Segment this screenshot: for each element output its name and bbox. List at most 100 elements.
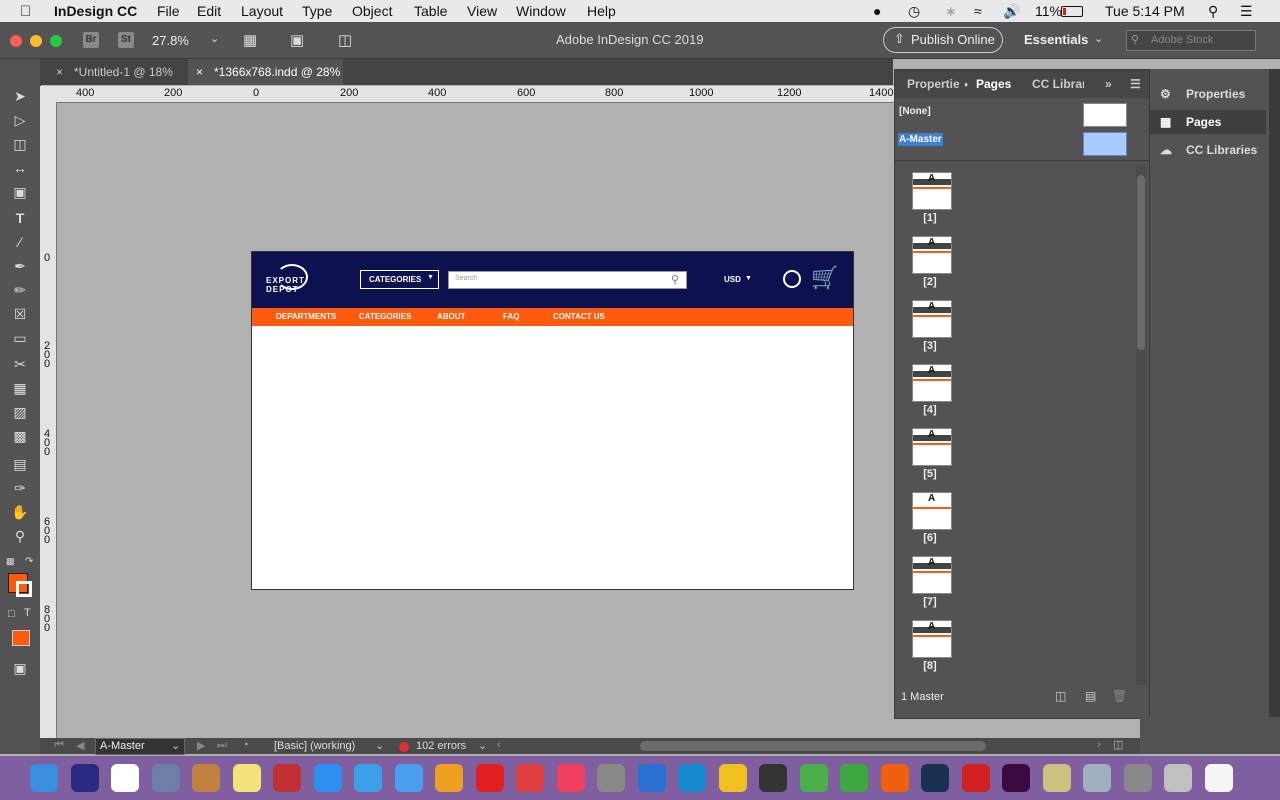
default-fill-stroke-icon[interactable]: ▩ [6,556,15,567]
previous-page-icon[interactable]: ◀ [76,739,84,752]
dock-app-icon[interactable] [516,764,544,792]
page-thumbnail[interactable]: A [912,492,952,530]
creative-cloud-icon[interactable]: ● [873,3,881,19]
nav-departments[interactable]: DEPARTMENTS [276,312,336,321]
page-thumbnail[interactable]: A [912,236,952,274]
dock-app-icon[interactable] [718,764,747,792]
scroll-right-icon[interactable]: › [1097,739,1101,751]
menu-file[interactable]: File [157,3,180,19]
dock-app-icon[interactable] [840,764,868,792]
website-header[interactable]: EXPORT DEPOT CATEGORIES ▼ Search ⚲ USD ▼… [252,252,853,308]
rectangle-tool-icon[interactable]: ▭ [10,328,30,348]
preflight-errors[interactable]: 102 errors [416,740,466,752]
dock-app-icon[interactable] [435,764,463,792]
type-tool-icon[interactable]: T [10,208,30,228]
nav-contact-us[interactable]: CONTACT US [553,312,605,321]
next-page-icon[interactable]: ▶ [197,739,205,752]
page-tool-icon[interactable]: ◫ [10,134,30,154]
page-thumbnail[interactable]: A [912,620,952,658]
scroll-left-icon[interactable]: ‹ [497,739,501,751]
nav-categories[interactable]: CATEGORIES [359,312,411,321]
vertical-ruler[interactable]: 0 200 400 600 800 [40,102,57,738]
menu-edit[interactable]: Edit [197,3,221,19]
document-tab-1366x768[interactable]: × *1366x768.indd @ 28% [188,59,343,85]
zoom-dropdown-chevron-icon[interactable]: ⌄ [210,32,219,45]
menu-table[interactable]: Table [414,3,447,19]
publish-online-button[interactable]: ⇧ Publish Online [883,27,1003,53]
page-thumbnail[interactable]: A [912,300,952,338]
dock-app-icon[interactable] [1164,764,1192,792]
dock-app-icon[interactable] [70,764,99,792]
pages-scrollbar-thumb[interactable] [1137,175,1145,350]
volume-icon[interactable]: 🔊 [1003,3,1020,20]
nav-faq[interactable]: FAQ [503,312,519,321]
gradient-feather-tool-icon[interactable]: ▩ [10,426,30,446]
workspace-switcher[interactable]: Essentials [1024,32,1088,47]
eyedropper-tool-icon[interactable]: ✑ [10,478,30,498]
close-window-button[interactable] [10,35,22,47]
dock-app-icon[interactable] [151,764,180,792]
scissors-tool-icon[interactable]: ✂ [10,354,30,374]
dock-app-icon[interactable] [921,764,949,792]
selection-tool-icon[interactable]: ➤ [10,86,30,106]
content-collector-icon[interactable]: ▣ [10,182,30,202]
dock-app-icon[interactable] [1002,764,1030,792]
preflight-menu-chevron-icon[interactable]: ⌄ [478,739,487,752]
horizontal-scrollbar-thumb[interactable] [640,741,986,751]
battery-icon[interactable] [1061,6,1083,17]
menu-view[interactable]: View [467,3,497,19]
dock-app-icon[interactable] [1123,764,1152,792]
panel-overflow-icon[interactable]: » [1105,77,1112,91]
menu-window[interactable]: Window [516,3,566,19]
line-tool-icon[interactable]: ∕ [10,232,30,252]
dock-app-icon[interactable] [637,764,666,792]
panel-button-properties[interactable]: ⚙ Properties [1150,82,1266,106]
formatting-container-icon[interactable]: □ [8,608,15,620]
dock-app-icon[interactable] [111,764,139,792]
swap-fill-stroke-icon[interactable]: ↷ [25,556,33,567]
page-thumbnail[interactable]: A [912,172,952,210]
preflight-profile-chevron-icon[interactable]: ⌄ [375,739,384,752]
dock-app-icon[interactable] [597,764,625,792]
page-thumbnail[interactable]: A [912,364,952,402]
panel-tab-pages[interactable]: Pages [976,77,1011,91]
notification-center-icon[interactable]: ☰ [1240,3,1253,20]
arrange-documents-icon[interactable]: ◫ [338,31,352,49]
panel-tab-cc-libraries[interactable]: CC Libraries [1032,77,1084,91]
menu-help[interactable]: Help [587,3,616,19]
dock-app-icon[interactable] [961,764,990,792]
screen-mode-icon[interactable]: ▣ [290,31,304,49]
preflight-profile[interactable]: [Basic] (working) [274,740,355,752]
wifi-icon[interactable]: ≈ [974,3,982,19]
delete-page-icon[interactable]: 🗑 [1112,689,1127,703]
time-machine-icon[interactable]: ◷ [908,3,920,20]
panel-menu-icon[interactable]: ☰ [1130,77,1141,91]
dock-app-icon[interactable] [1083,764,1111,792]
dock-app-icon[interactable] [880,764,909,792]
formatting-text-icon[interactable]: T [24,607,31,619]
rectangle-frame-tool-icon[interactable]: ☒ [10,304,30,324]
menu-object[interactable]: Object [352,3,392,19]
pen-tool-icon[interactable]: ✒ [10,256,30,276]
workspace-chevron-icon[interactable]: ⌄ [1094,32,1103,45]
panel-tab-properties[interactable]: Properties [907,77,959,91]
dock-app-icon[interactable] [1204,764,1233,792]
new-page-icon[interactable]: ▤ [1085,689,1096,703]
nav-about[interactable]: ABOUT [437,312,465,321]
minimize-window-button[interactable] [30,35,42,47]
bluetooth-icon[interactable]: ∗ [945,3,957,20]
master-none-label[interactable]: [None] [899,106,931,117]
dock-app-icon[interactable] [759,764,787,792]
gradient-swatch-tool-icon[interactable]: ▨ [10,402,30,422]
stock-button[interactable]: St [118,32,134,48]
a-master-thumbnail[interactable] [1083,132,1127,156]
master-none-thumbnail[interactable] [1083,103,1127,127]
screen-mode-tool-icon[interactable]: ▣ [10,658,30,678]
dock-app-icon[interactable] [678,764,706,792]
dock-app-icon[interactable] [232,764,261,792]
zoom-level[interactable]: 27.8% [152,33,189,48]
pages-scrollbar[interactable] [1136,165,1146,685]
horizontal-ruler[interactable]: 400 200 0 200 400 600 800 1000 1200 1400 [44,86,894,103]
page-thumbnail[interactable]: A [912,556,952,594]
first-page-icon[interactable]: ⏮ [54,739,64,752]
